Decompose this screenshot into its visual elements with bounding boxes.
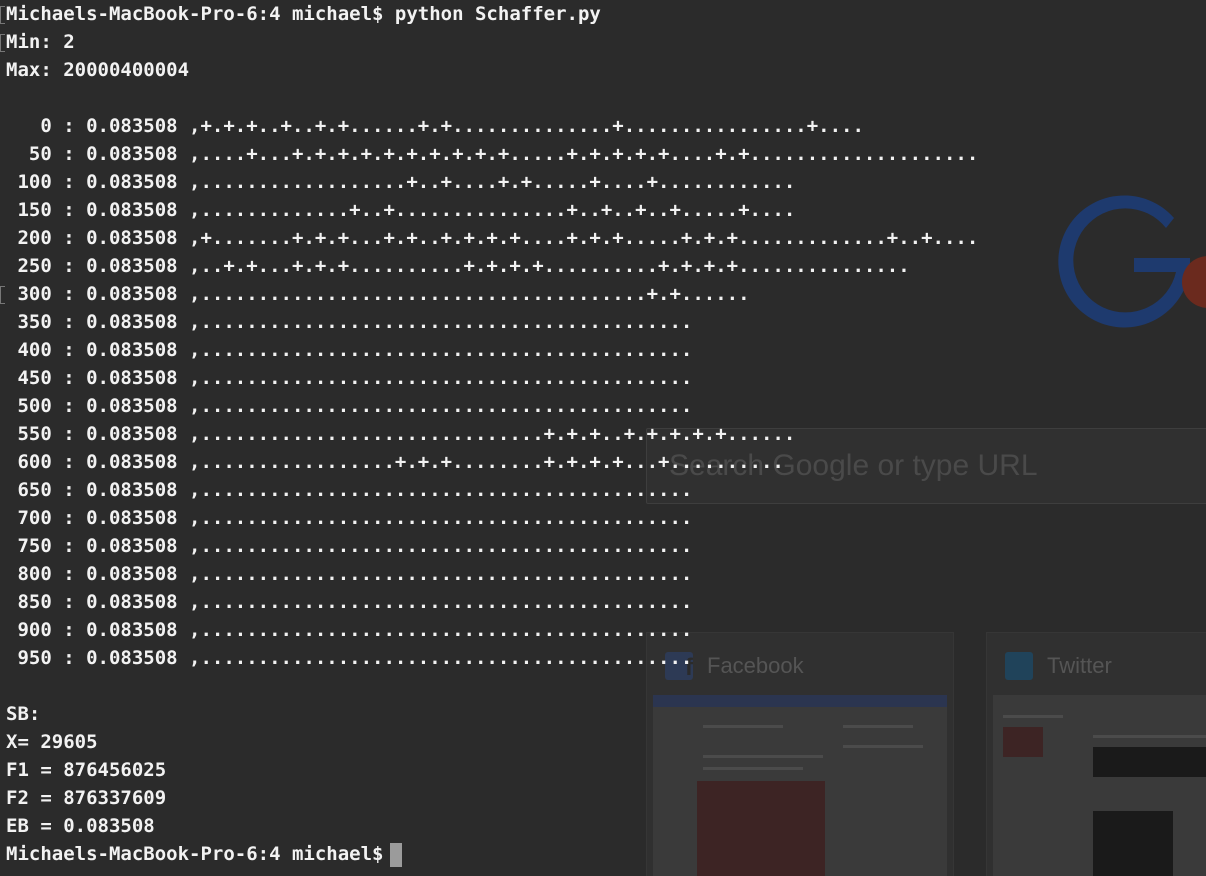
output-row: 450 : 0.083508 ,........................…: [6, 367, 693, 389]
output-row: 300 : 0.083508 ,........................…: [6, 283, 750, 305]
output-row: 0 : 0.083508 ,+.+.+..+..+.+......+.+....…: [6, 115, 864, 137]
output-row: 900 : 0.083508 ,........................…: [6, 619, 693, 641]
prompt-line[interactable]: Michaels-MacBook-Pro-6:4 michael$: [6, 840, 402, 868]
mark-bracket: [0, 34, 5, 52]
output-row: 950 : 0.083508 ,........................…: [6, 647, 693, 669]
output-row: 600 : 0.083508 ,.................+.+.+..…: [6, 451, 784, 473]
x-line: X= 29605: [6, 731, 98, 753]
mark-bracket: [0, 6, 5, 24]
output-row: 850 : 0.083508 ,........................…: [6, 591, 693, 613]
prompt-text: Michaels-MacBook-Pro-6:4 michael$: [6, 843, 384, 865]
output-row: 750 : 0.083508 ,........................…: [6, 535, 693, 557]
mark-bracket: [0, 286, 5, 304]
output-row: 350 : 0.083508 ,........................…: [6, 311, 693, 333]
command-line: Michaels-MacBook-Pro-6:4 michael$ python…: [6, 3, 601, 25]
output-row: 200 : 0.083508 ,+.......+.+.+...+.+..+.+…: [6, 227, 979, 249]
output-row: 400 : 0.083508 ,........................…: [6, 339, 693, 361]
eb-line: EB = 0.083508: [6, 815, 155, 837]
output-row: 700 : 0.083508 ,........................…: [6, 507, 693, 529]
f1-line: F1 = 876456025: [6, 759, 167, 781]
output-row: 550 : 0.083508 ,........................…: [6, 423, 796, 445]
output-row: 50 : 0.083508 ,....+...+.+.+.+.+.+.+.+.+…: [6, 143, 979, 165]
terminal-output[interactable]: Michaels-MacBook-Pro-6:4 michael$ python…: [0, 0, 1206, 876]
screen: Search Google or type URL f Facebook Twi…: [0, 0, 1206, 876]
text-cursor: [389, 842, 402, 867]
f2-line: F2 = 876337609: [6, 787, 167, 809]
output-row: 500 : 0.083508 ,........................…: [6, 395, 693, 417]
output-row: 800 : 0.083508 ,........................…: [6, 563, 693, 585]
min-line: Min: 2: [6, 31, 75, 53]
output-row: 250 : 0.083508 ,..+.+...+.+.+..........+…: [6, 255, 910, 277]
output-row: 100 : 0.083508 ,..................+..+..…: [6, 171, 796, 193]
max-line: Max: 20000400004: [6, 59, 190, 81]
sb-label: SB:: [6, 703, 41, 725]
output-row: 150 : 0.083508 ,.............+..+.......…: [6, 199, 796, 221]
output-row: 650 : 0.083508 ,........................…: [6, 479, 693, 501]
